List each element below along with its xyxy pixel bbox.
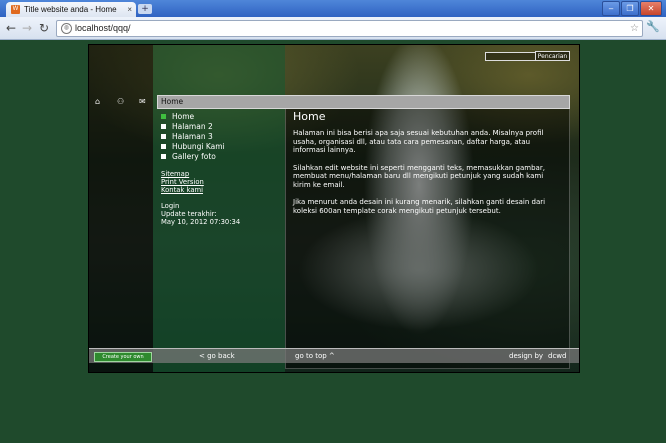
page-title: Home bbox=[293, 110, 326, 123]
menu-label: Halaman 2 bbox=[172, 122, 213, 131]
footer-logo[interactable]: Create your own website bbox=[94, 352, 152, 362]
menu-item-halaman-3[interactable]: Halaman 3 bbox=[161, 132, 225, 142]
tab-close-icon[interactable]: × bbox=[127, 2, 132, 17]
url-text: localhost/qqq/ bbox=[75, 23, 131, 33]
favicon-icon: W bbox=[11, 5, 20, 14]
home-icon[interactable]: ⌂ bbox=[95, 97, 100, 107]
tab-title: Title website anda - Home bbox=[24, 5, 117, 14]
footer: Create your own website < go back go to … bbox=[89, 348, 579, 363]
breadcrumb-home[interactable]: Home bbox=[161, 96, 183, 108]
bullet-icon bbox=[161, 154, 166, 159]
bullet-icon bbox=[161, 134, 166, 139]
search-input[interactable] bbox=[485, 52, 536, 61]
menu-item-gallery-foto[interactable]: Gallery foto bbox=[161, 152, 225, 162]
content-paragraph: Halaman ini bisa berisi apa saja sesuai … bbox=[293, 129, 544, 154]
website-frame: Pencarian ⌂ ⚇ ✉ Home Home Halaman 2 Hala… bbox=[88, 44, 580, 373]
go-to-top-link[interactable]: go to top ^ bbox=[295, 352, 335, 360]
bullet-icon bbox=[161, 144, 166, 149]
menu-label: Halaman 3 bbox=[172, 132, 213, 141]
bullet-icon bbox=[161, 114, 166, 119]
menu-item-home[interactable]: Home bbox=[161, 112, 225, 122]
go-back-link[interactable]: < go back bbox=[199, 352, 235, 360]
menu-label: Hubungi Kami bbox=[172, 142, 225, 151]
address-bar[interactable]: ◍ localhost/qqq/ ☆ bbox=[56, 20, 643, 37]
wrench-icon[interactable]: 🔧 bbox=[646, 20, 660, 33]
menu-label: Gallery foto bbox=[172, 152, 216, 161]
breadcrumb: Home bbox=[157, 95, 570, 109]
top-icon-row: ⌂ ⚇ ✉ bbox=[95, 97, 151, 107]
sitemap-icon[interactable]: ⚇ bbox=[117, 97, 124, 107]
print-version-link[interactable]: Print Version bbox=[161, 178, 204, 186]
designer-link[interactable]: dcwd bbox=[548, 349, 566, 363]
minimize-button[interactable]: ‒ bbox=[602, 1, 620, 16]
menu-item-hubungi-kami[interactable]: Hubungi Kami bbox=[161, 142, 225, 152]
reload-icon[interactable]: ↻ bbox=[39, 21, 49, 35]
updated-label: Update terakhir: bbox=[161, 210, 217, 218]
forward-arrow-icon[interactable]: → bbox=[22, 21, 32, 35]
content-body: Halaman ini bisa berisi apa saja sesuai … bbox=[293, 129, 563, 224]
updated-value: May 10, 2012 07:30:34 bbox=[161, 218, 241, 226]
utility-links: Sitemap Print Version Kontak kami bbox=[161, 170, 204, 194]
menu-label: Home bbox=[172, 112, 195, 121]
close-window-button[interactable]: ✕ bbox=[640, 1, 662, 16]
meta-info: Login Update terakhir: May 10, 2012 07:3… bbox=[161, 202, 240, 226]
login-link[interactable]: Login bbox=[161, 202, 240, 210]
back-arrow-icon[interactable]: ← bbox=[6, 21, 16, 35]
content-paragraph: Silahkan edit website ini seperti mengga… bbox=[293, 163, 545, 189]
left-shade-panel bbox=[89, 45, 153, 372]
window-controls: ‒ ❐ ✕ bbox=[602, 1, 662, 16]
main-menu: Home Halaman 2 Halaman 3 Hubungi Kami Ga… bbox=[161, 112, 225, 162]
content-paragraph: Jika menurut anda desain ini kurang mena… bbox=[293, 198, 546, 215]
bullet-icon bbox=[161, 124, 166, 129]
design-by-label: design by bbox=[509, 352, 544, 360]
menu-item-halaman-2[interactable]: Halaman 2 bbox=[161, 122, 225, 132]
mail-icon[interactable]: ✉ bbox=[139, 97, 146, 107]
search-button[interactable]: Pencarian bbox=[535, 51, 570, 61]
globe-icon: ◍ bbox=[61, 23, 72, 34]
new-tab-button[interactable]: + bbox=[138, 4, 152, 14]
contact-link[interactable]: Kontak kami bbox=[161, 186, 204, 194]
browser-tab[interactable]: W Title website anda - Home × bbox=[6, 2, 136, 17]
browser-titlebar: W Title website anda - Home × + ‒ ❐ ✕ bbox=[0, 0, 666, 17]
bookmark-star-icon[interactable]: ☆ bbox=[630, 21, 639, 36]
sitemap-link[interactable]: Sitemap bbox=[161, 170, 204, 178]
browser-toolbar: ← → ↻ ◍ localhost/qqq/ ☆ 🔧 bbox=[0, 17, 666, 40]
maximize-button[interactable]: ❐ bbox=[621, 1, 639, 16]
